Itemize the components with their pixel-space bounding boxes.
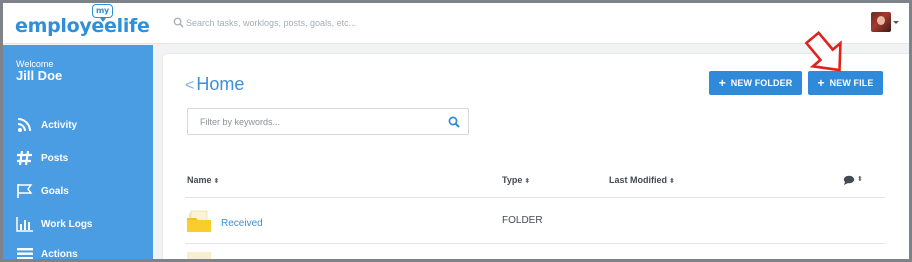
user-menu[interactable] bbox=[871, 12, 899, 36]
column-header-label: Name bbox=[187, 175, 212, 185]
logo-wordmark: employeelife bbox=[15, 15, 150, 37]
sidebar: Welcome Jill Doe Activity Posts Goals Wo… bbox=[3, 45, 153, 259]
sidebar-item-label: Actions bbox=[41, 249, 78, 259]
app-window: employeelife my Search tasks, worklogs, … bbox=[3, 3, 909, 259]
column-header-name[interactable]: Name ⬍ bbox=[187, 175, 219, 185]
sidebar-item-actions[interactable]: Actions bbox=[16, 246, 146, 259]
sort-icon: ⬍ bbox=[857, 176, 863, 183]
row-type: FOLDER bbox=[502, 215, 543, 226]
filter-placeholder: Filter by keywords... bbox=[200, 117, 281, 127]
column-header-type[interactable]: Type ⬍ bbox=[502, 175, 530, 185]
page-title-text: Home bbox=[196, 74, 245, 94]
sort-icon: ⬍ bbox=[524, 178, 531, 185]
caret-down-icon[interactable] bbox=[893, 21, 899, 24]
new-file-label: NEW FILE bbox=[829, 78, 874, 88]
flag-icon bbox=[17, 184, 33, 198]
sidebar-item-activity[interactable]: Activity bbox=[16, 117, 146, 135]
sort-icon: ⬍ bbox=[669, 178, 675, 185]
page-title: < Home bbox=[185, 74, 244, 95]
new-folder-button[interactable]: + NEW FOLDER bbox=[709, 71, 802, 95]
logo-bubble: my bbox=[92, 4, 113, 22]
sidebar-item-label: Work Logs bbox=[41, 219, 93, 230]
column-header-last-modified[interactable]: Last Modified ⬍ bbox=[609, 175, 675, 185]
sort-icon: ⬍ bbox=[213, 178, 220, 185]
table-row-divider bbox=[185, 243, 885, 244]
global-search[interactable]: Search tasks, worklogs, posts, goals, et… bbox=[173, 17, 473, 31]
user-name: Jill Doe bbox=[16, 68, 63, 83]
sidebar-item-label: Posts bbox=[41, 153, 69, 164]
column-header-label: Last Modified bbox=[609, 175, 667, 185]
table-header-divider bbox=[185, 197, 885, 198]
filter-input[interactable]: Filter by keywords... bbox=[187, 108, 469, 135]
folder-icon bbox=[187, 210, 211, 232]
sidebar-item-label: Activity bbox=[41, 120, 78, 131]
sidebar-item-posts[interactable]: Posts bbox=[16, 150, 146, 168]
row-name-link[interactable]: Received bbox=[221, 218, 263, 229]
search-icon[interactable] bbox=[448, 116, 460, 128]
brand-logo[interactable]: employeelife my bbox=[3, 3, 153, 44]
red-arrow-icon bbox=[804, 30, 842, 72]
search-input[interactable]: Search tasks, worklogs, posts, goals, et… bbox=[186, 18, 356, 28]
next-row-folder-icon bbox=[187, 252, 211, 259]
plus-icon: + bbox=[718, 76, 726, 90]
column-header-comments[interactable]: ⬍ bbox=[843, 175, 865, 187]
sidebar-item-goals[interactable]: Goals bbox=[16, 183, 146, 201]
column-header-label: Type bbox=[502, 175, 523, 185]
rss-icon bbox=[17, 118, 31, 132]
comment-icon bbox=[843, 175, 855, 185]
sidebar-item-work-logs[interactable]: Work Logs bbox=[16, 216, 146, 234]
sidebar-item-label: Goals bbox=[41, 186, 69, 197]
top-bar: employeelife my Search tasks, worklogs, … bbox=[3, 3, 909, 44]
avatar[interactable] bbox=[871, 12, 891, 32]
file-browser-panel: < Home + NEW FOLDER + NEW FILE Filter by ke… bbox=[163, 54, 909, 259]
search-icon bbox=[173, 17, 184, 28]
hashtag-icon bbox=[17, 150, 32, 166]
new-folder-label: NEW FOLDER bbox=[730, 78, 793, 88]
bar-chart-icon bbox=[16, 217, 33, 232]
list-icon bbox=[17, 248, 33, 259]
chevron-left-icon[interactable]: < bbox=[185, 77, 194, 94]
